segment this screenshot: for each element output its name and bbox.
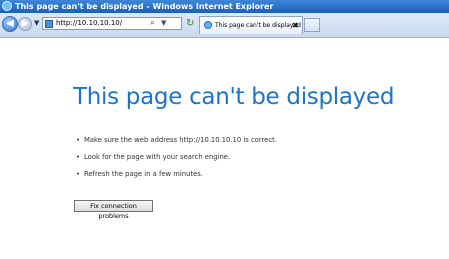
tip-item: • Look for the page with your search engi… [76,151,277,168]
address-bar[interactable]: http://10.10.10.10/ ⌕ ▼ [42,17,182,30]
search-icon[interactable]: ⌕ [150,18,155,29]
title-bar: This page can't be displayed - Windows I… [0,0,449,13]
ie-logo-icon [2,1,12,11]
page-icon [45,20,53,28]
tip-item: • Make sure the web address http://10.10.… [76,134,277,151]
bullet-icon: • [76,136,81,144]
address-dropdown-icon[interactable]: ▼ [161,18,166,29]
forward-button[interactable]: ▶ [18,17,32,31]
bullet-icon: • [76,153,81,161]
tip-text: Look for the page with your search engin… [84,153,231,161]
tab-close-button[interactable]: ✖ [292,17,299,34]
window-title: This page can't be displayed - Windows I… [15,2,274,11]
tip-text: Refresh the page in a few minutes. [84,170,203,178]
history-dropdown-icon[interactable]: ▼ [34,19,39,27]
error-heading: This page can't be displayed [73,84,395,110]
navigation-toolbar: ◀ ▶ ▼ http://10.10.10.10/ ⌕ ▼ ↻ This pag… [0,13,449,38]
tab-current[interactable]: This page can't be displayed ✖ [199,16,303,34]
bullet-icon: • [76,170,81,178]
tip-text: Make sure the web address http://10.10.1… [84,136,277,144]
tab-label: This page can't be displayed [215,22,301,29]
refresh-icon[interactable]: ↻ [186,18,194,30]
address-input[interactable]: http://10.10.10.10/ [56,18,122,29]
tips-list: • Make sure the web address http://10.10.… [76,134,277,185]
tab-page-icon [204,21,212,29]
new-tab-button[interactable] [304,18,320,32]
tip-item: • Refresh the page in a few minutes. [76,168,277,185]
fix-connection-button[interactable]: Fix connection problems [74,200,153,220]
page-content: This page can't be displayed • Make sure … [0,38,449,259]
back-button[interactable]: ◀ [2,16,18,32]
